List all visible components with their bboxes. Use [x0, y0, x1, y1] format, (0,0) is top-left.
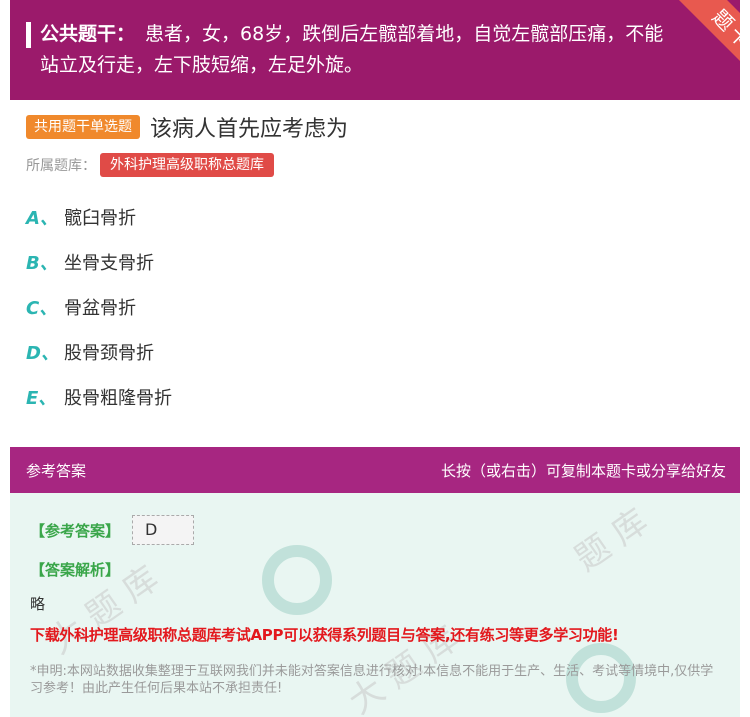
option-a[interactable]: A、 髋臼骨折 [26, 205, 172, 250]
option-e[interactable]: E、 股骨粗隆骨折 [26, 385, 172, 430]
library-line: 所属题库： 外科护理高级职称总题库 [26, 152, 274, 178]
share-hint[interactable]: 长按（或右击）可复制本题卡或分享给好友 [441, 460, 726, 481]
watermark-logo-icon [262, 545, 332, 615]
explanation-text: 略 [30, 595, 46, 613]
question-stem: 公共题干： 患者，女，68岁，跌倒后左髋部着地，自觉左髋部压痛，不能站立及行走，左… [10, 0, 740, 100]
explanation-label: 【答案解析】 [30, 561, 121, 579]
option-letter: E、 [26, 388, 57, 409]
option-letter: D、 [26, 343, 59, 364]
option-text: 股骨粗隆骨折 [64, 388, 172, 409]
option-c[interactable]: C、 骨盆骨折 [26, 295, 172, 340]
question-title: 该病人首先应考虑为 [150, 117, 349, 142]
answer-header-title: 参考答案 [26, 461, 87, 480]
reference-answer-line: 【参考答案】 D [30, 515, 195, 545]
app-promo-link[interactable]: 下载外科护理高级职称总题库考试APP可以获得系列题目与答案,还有练习等更多学习功… [30, 624, 619, 645]
options-list: A、 髋臼骨折 B、 坐骨支骨折 C、 骨盆骨折 D、 股骨颈骨折 E、 股骨粗… [26, 205, 172, 430]
option-letter: A、 [26, 208, 58, 229]
option-d[interactable]: D、 股骨颈骨折 [26, 340, 172, 385]
option-b[interactable]: B、 坐骨支骨折 [26, 250, 172, 295]
library-link[interactable]: 外科护理高级职称总题库 [100, 153, 274, 177]
watermark-graphic: 题 库 [567, 501, 656, 580]
reference-answer-value: D [132, 515, 195, 545]
stem-label: 公共题干： [40, 23, 136, 45]
reference-answer-label: 【参考答案】 [30, 521, 121, 540]
option-text: 骨盆骨折 [64, 298, 136, 319]
option-letter: C、 [26, 298, 58, 319]
stem-text-block: 公共题干： 患者，女，68岁，跌倒后左髋部着地，自觉左髋部压痛，不能站立及行走，左… [40, 19, 680, 81]
option-letter: B、 [26, 253, 58, 274]
answer-header: 参考答案 长按（或右击）可复制本题卡或分享给好友 [10, 447, 740, 493]
answer-body: 大 题 库 大 题 库 题 库 【参考答案】 D 【答案解析】 略 下载外科护理… [10, 493, 740, 717]
library-label: 所属题库： [26, 158, 96, 174]
question-line: 共用题干单选题 该病人首先应考虑为 [26, 112, 348, 142]
option-text: 坐骨支骨折 [64, 253, 154, 274]
question-type-badge: 共用题干单选题 [26, 115, 140, 139]
disclaimer-text: *申明:本网站数据收集整理于互联网我们并未能对答案信息进行核对!本信息不能用于生… [30, 664, 714, 696]
option-text: 髋臼骨折 [64, 208, 136, 229]
option-text: 股骨颈骨折 [64, 343, 154, 364]
stem-accent-bar [26, 22, 31, 48]
